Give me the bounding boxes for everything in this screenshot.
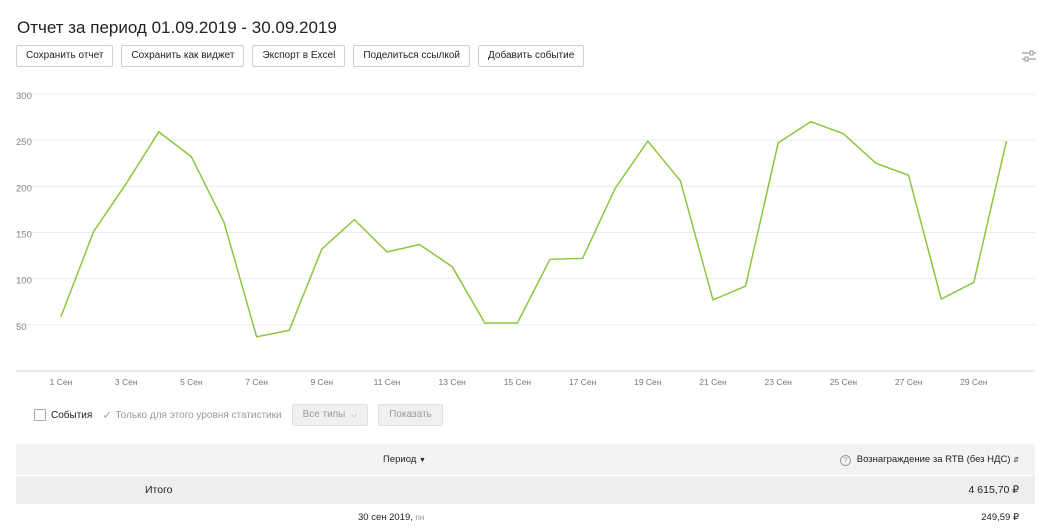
y-tick-label: 50	[16, 322, 27, 333]
chevron-down-icon: ⌵	[351, 410, 358, 419]
total-label: Итого	[145, 484, 173, 496]
x-tick-label: 27 Сен	[895, 377, 923, 387]
x-tick-label: 23 Сен	[765, 377, 793, 387]
x-tick-label: 11 Сен	[374, 377, 401, 387]
add-event-button[interactable]: Добавить событие	[478, 45, 585, 67]
x-tick-label: 21 Сен	[699, 377, 727, 387]
save-report-button[interactable]: Сохранить отчет	[16, 45, 114, 67]
save-widget-button[interactable]: Сохранить как виджет	[121, 45, 245, 67]
x-tick-label: 15 Сен	[504, 377, 532, 387]
row-value: 249,59 ₽	[981, 512, 1019, 523]
x-tick-label: 3 Сен	[115, 377, 138, 387]
row-period: 30 сен 2019, пн	[358, 512, 424, 523]
chart-controls: События ✓ Только для этого уровня статис…	[34, 404, 443, 426]
x-tick-label: 1 Сен	[50, 377, 73, 387]
level-label: Только для этого уровня статистики	[115, 409, 282, 421]
sort-desc-icon: ▼	[418, 457, 426, 464]
x-tick-label: 13 Сен	[439, 377, 467, 387]
page-title: Отчет за период 01.09.2019 - 30.09.2019	[17, 18, 337, 37]
report-toolbar: Сохранить отчет Сохранить как виджет Экс…	[16, 45, 585, 67]
x-tick-label: 19 Сен	[634, 377, 662, 387]
line-chart: 50 100 150 200 250 300 1 Сен 3 Сен 5 Сен 7 Сен 9 С…	[16, 91, 1035, 387]
types-select[interactable]: Все типы ⌵	[291, 404, 369, 426]
y-tick-label: 300	[16, 91, 32, 102]
x-tick-label: 9 Сен	[310, 377, 333, 387]
y-tick-label: 250	[16, 137, 32, 148]
export-excel-button[interactable]: Экспорт в Excel	[252, 45, 346, 67]
total-value: 4 615,70 ₽	[968, 484, 1019, 496]
x-tick-label: 25 Сен	[830, 377, 858, 387]
x-tick-label: 7 Сен	[245, 377, 268, 387]
sort-icon: ⇵	[1013, 457, 1019, 464]
period-column-header[interactable]: Период ▼	[383, 454, 426, 465]
y-tick-label: 200	[16, 183, 32, 194]
show-button[interactable]: Показать	[378, 404, 443, 426]
x-tick-label: 17 Сен	[569, 377, 597, 387]
row-date: 30 сен 2019,	[358, 512, 413, 523]
events-checkbox[interactable]	[34, 409, 46, 421]
share-link-button[interactable]: Поделиться ссылкой	[353, 45, 470, 67]
types-select-value: Все типы	[302, 409, 346, 420]
x-tick-label: 5 Сен	[180, 377, 203, 387]
question-circle-icon[interactable]: ?	[840, 455, 852, 466]
row-weekday: пн	[415, 513, 425, 522]
sliders-icon[interactable]	[1022, 50, 1036, 62]
reward-column-header[interactable]: ? Вознаграждение за RTB (без НДС) ⇵	[840, 454, 1019, 466]
table-header: Период ▼ ? Вознаграждение за RTB (без НД…	[16, 444, 1035, 475]
checkmark-icon[interactable]: ✓	[102, 408, 112, 422]
x-tick-label: 29 Сен	[960, 377, 988, 387]
reward-header-label: Вознаграждение за RTB (без НДС)	[856, 454, 1011, 465]
series-line	[60, 120, 1008, 338]
period-header-label: Период	[383, 454, 417, 465]
table-row: 30 сен 2019, пн 249,59 ₽	[16, 505, 1035, 529]
events-label: События	[51, 409, 93, 421]
total-row: Итого 4 615,70 ₽	[16, 476, 1035, 504]
y-tick-label: 150	[16, 230, 32, 241]
y-tick-label: 100	[16, 276, 32, 287]
